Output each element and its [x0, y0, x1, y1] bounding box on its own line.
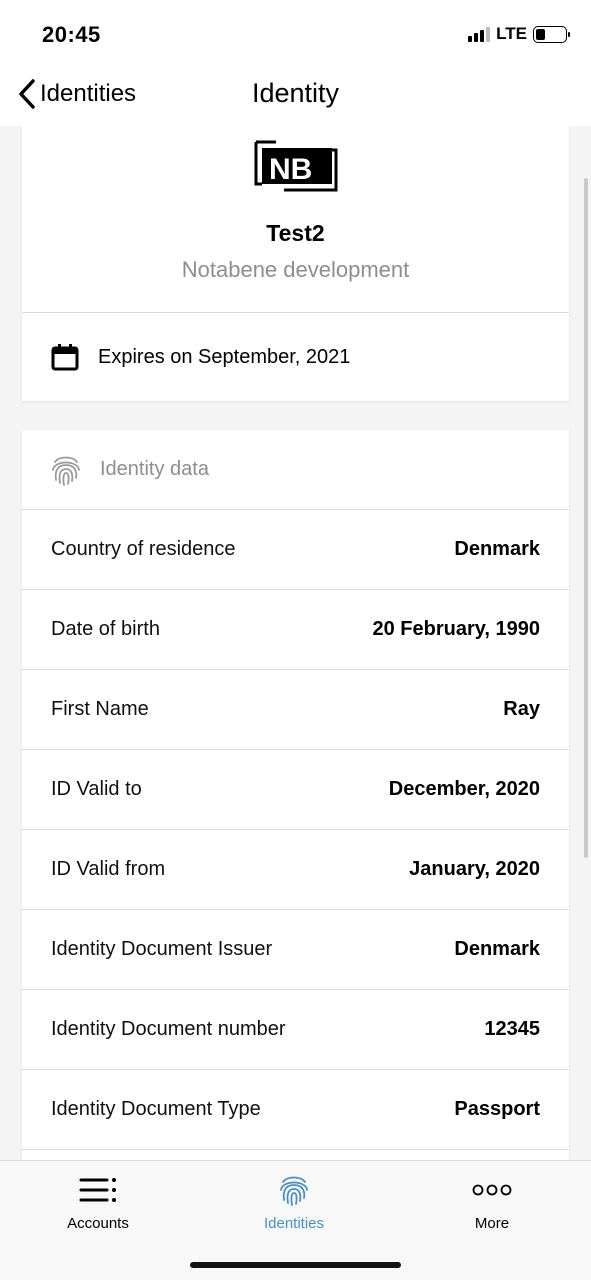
row-value: Denmark [454, 538, 540, 560]
row-label: Date of birth [51, 618, 160, 640]
status-bar: 20:45 LTE [0, 0, 591, 70]
identity-name: Test2 [266, 220, 325, 246]
identity-scroll-view[interactable]: NB Test2 Notabene development Expires on… [0, 126, 591, 1160]
tab-identities[interactable]: Identities [219, 1171, 369, 1232]
identity-data-card: Identity data Country of residence Denma… [22, 430, 569, 1160]
notabene-logo: NB [254, 140, 337, 192]
tab-label: Identities [263, 1215, 325, 1232]
tab-label: More [474, 1215, 510, 1232]
row-value: 12345 [484, 1018, 540, 1040]
data-row-document-issuer: Identity Document Issuer Denmark [22, 910, 569, 990]
row-value: 20 February, 1990 [372, 618, 540, 640]
row-label: Identity Document Issuer [51, 938, 273, 960]
row-label: Identity Document number [51, 1018, 286, 1040]
row-value: Denmark [454, 938, 540, 960]
row-label: ID Valid from [51, 858, 166, 880]
battery-icon [533, 25, 570, 43]
signal-icon [468, 26, 491, 42]
data-row-date-of-birth: Date of birth 20 February, 1990 [22, 590, 569, 670]
row-value: Ray [503, 698, 540, 720]
home-indicator [190, 1262, 401, 1268]
expiry-row: Expires on September, 2021 [22, 313, 569, 401]
data-row-first-name: First Name Ray [22, 670, 569, 750]
data-row-id-valid-from: ID Valid from January, 2020 [22, 830, 569, 910]
data-row-document-number: Identity Document number 12345 [22, 990, 569, 1070]
back-button-label: Identities [40, 80, 137, 107]
more-icon [472, 1184, 512, 1196]
identity-organization: Notabene development [181, 257, 410, 282]
identity-summary-card: NB Test2 Notabene development Expires on… [22, 126, 569, 401]
status-indicators: LTE [468, 24, 570, 44]
row-label: First Name [51, 698, 149, 720]
expiry-text: Expires on September, 2021 [98, 345, 351, 368]
row-label: Identity Document Type [51, 1098, 261, 1120]
data-row-country-of-residence: Country of residence Denmark [22, 510, 569, 590]
fingerprint-icon [280, 1176, 308, 1206]
status-time: 20:45 [42, 22, 101, 47]
nav-bar: Identity Identities [0, 70, 591, 126]
row-label: Country of residence [51, 538, 236, 560]
tab-accounts[interactable]: Accounts [23, 1171, 173, 1232]
tab-bar: Accounts Identities More [0, 1160, 591, 1280]
chevron-left-icon [19, 79, 35, 109]
network-label: LTE [496, 24, 527, 43]
back-button[interactable]: Identities [16, 78, 136, 110]
row-value: Passport [454, 1098, 540, 1120]
identity-data-header: Identity data [22, 430, 569, 510]
scrollbar[interactable] [584, 178, 588, 858]
tab-more[interactable]: More [417, 1171, 567, 1232]
row-value: January, 2020 [409, 858, 540, 880]
row-value: December, 2020 [388, 778, 540, 800]
row-label: ID Valid to [51, 778, 142, 800]
fingerprint-icon [52, 456, 80, 486]
tab-label: Accounts [67, 1215, 129, 1232]
data-row-document-type: Identity Document Type Passport [22, 1070, 569, 1150]
list-icon [79, 1178, 116, 1202]
calendar-icon [51, 344, 79, 371]
data-row-id-valid-to: ID Valid to December, 2020 [22, 750, 569, 830]
identity-data-title: Identity data [100, 458, 209, 480]
svg-text:NB: NB [269, 153, 312, 186]
